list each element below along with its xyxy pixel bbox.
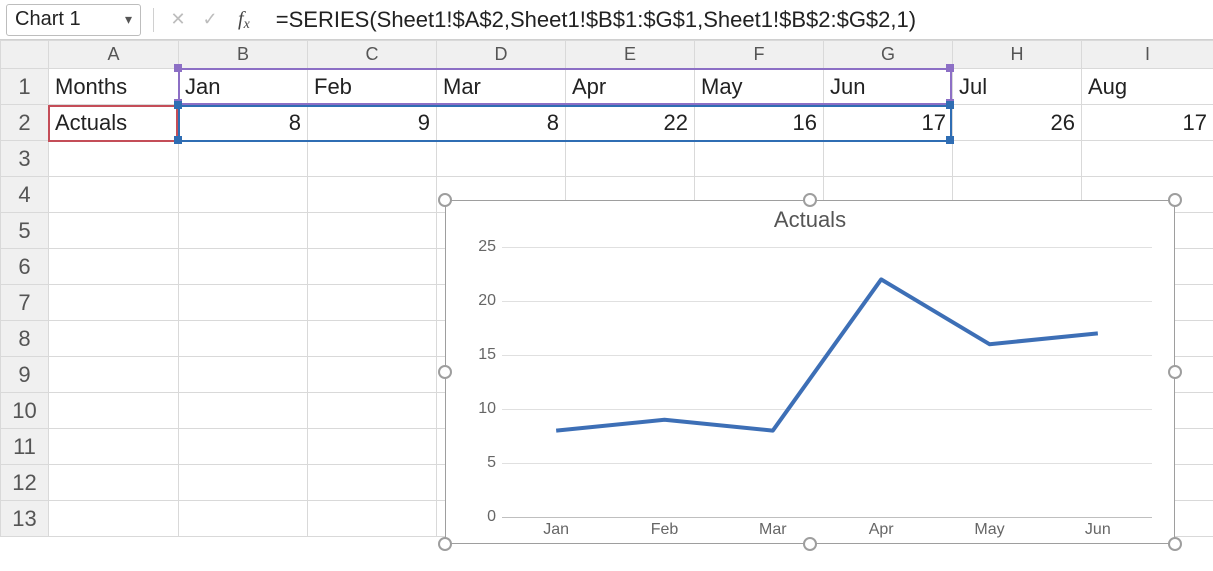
fx-icon[interactable]: fx: [230, 8, 254, 31]
col-header-F[interactable]: F: [695, 41, 824, 69]
row-header-6[interactable]: 6: [1, 249, 49, 285]
y-tick-label: 0: [468, 508, 496, 526]
row-3-cells[interactable]: [49, 141, 1213, 177]
chart-series-line[interactable]: [502, 247, 1152, 517]
resize-handle-e[interactable]: [1168, 365, 1182, 379]
row-header-9[interactable]: 9: [1, 357, 49, 393]
resize-handle-ne[interactable]: [1168, 193, 1182, 207]
resize-handle-sw[interactable]: [438, 537, 452, 551]
y-tick-label: 20: [468, 292, 496, 310]
embedded-chart[interactable]: Actuals 0 5 10 15 20 25 Jan Feb Mar Apr May Jun: [445, 200, 1175, 544]
col-header-D[interactable]: D: [437, 41, 566, 69]
resize-handle-se[interactable]: [1168, 537, 1182, 551]
resize-handle-s[interactable]: [803, 537, 817, 551]
row-header-3[interactable]: 3: [1, 141, 49, 177]
cell-E1[interactable]: Apr: [566, 69, 695, 105]
row-header-2[interactable]: 2: [1, 105, 49, 141]
cell-I2[interactable]: 17: [1082, 105, 1213, 141]
cell-I1[interactable]: Aug: [1082, 69, 1213, 105]
cell-H2[interactable]: 26: [953, 105, 1082, 141]
row-header-10[interactable]: 10: [1, 393, 49, 429]
col-header-C[interactable]: C: [308, 41, 437, 69]
cell-G2[interactable]: 17: [824, 105, 953, 141]
col-header-G[interactable]: G: [824, 41, 953, 69]
col-header-H[interactable]: H: [953, 41, 1082, 69]
formula-input[interactable]: =SERIES(Sheet1!$A$2,Sheet1!$B$1:$G$1,She…: [262, 7, 1207, 33]
y-tick-label: 5: [468, 454, 496, 472]
cancel-icon[interactable]: ✕: [166, 8, 190, 32]
name-box[interactable]: Chart 1 ▾: [6, 4, 141, 36]
y-tick-label: 10: [468, 400, 496, 418]
cell-F2[interactable]: 16: [695, 105, 824, 141]
row-header-11[interactable]: 11: [1, 429, 49, 465]
cell-C1[interactable]: Feb: [308, 69, 437, 105]
col-header-I[interactable]: I: [1082, 41, 1213, 69]
x-tick-label: May: [974, 521, 1004, 539]
cell-D2[interactable]: 8: [437, 105, 566, 141]
chart-title[interactable]: Actuals: [446, 207, 1174, 233]
x-tick-label: Jun: [1085, 521, 1111, 539]
x-tick-label: Mar: [759, 521, 787, 539]
column-header-row: A B C D E F G H I: [1, 41, 1213, 69]
gridline: [502, 517, 1152, 518]
row-header-4[interactable]: 4: [1, 177, 49, 213]
col-header-B[interactable]: B: [179, 41, 308, 69]
cell-D1[interactable]: Mar: [437, 69, 566, 105]
resize-handle-n[interactable]: [803, 193, 817, 207]
separator: [153, 8, 154, 32]
formula-bar-row: Chart 1 ▾ ✕ ✓ fx =SERIES(Sheet1!$A$2,She…: [0, 0, 1213, 40]
cell-A1[interactable]: Months: [49, 69, 179, 105]
cell-A2[interactable]: Actuals: [49, 105, 179, 141]
cell-E2[interactable]: 22: [566, 105, 695, 141]
cell-C2[interactable]: 9: [308, 105, 437, 141]
x-tick-label: Apr: [869, 521, 894, 539]
resize-handle-w[interactable]: [438, 365, 452, 379]
select-all-corner[interactable]: [1, 41, 49, 69]
row-header-12[interactable]: 12: [1, 465, 49, 501]
row-header-8[interactable]: 8: [1, 321, 49, 357]
cell-H1[interactable]: Jul: [953, 69, 1082, 105]
col-header-E[interactable]: E: [566, 41, 695, 69]
cell-B2[interactable]: 8: [179, 105, 308, 141]
row-header-7[interactable]: 7: [1, 285, 49, 321]
confirm-icon[interactable]: ✓: [198, 8, 222, 32]
row-header-13[interactable]: 13: [1, 501, 49, 537]
x-tick-label: Jan: [543, 521, 569, 539]
col-header-A[interactable]: A: [49, 41, 179, 69]
cell-G1[interactable]: Jun: [824, 69, 953, 105]
resize-handle-nw[interactable]: [438, 193, 452, 207]
row-header-1[interactable]: 1: [1, 69, 49, 105]
cell-F1[interactable]: May: [695, 69, 824, 105]
y-tick-label: 25: [468, 238, 496, 256]
chart-plot-area[interactable]: 0510152025JanFebMarAprMayJun: [468, 247, 1156, 517]
y-tick-label: 15: [468, 346, 496, 364]
row-header-5[interactable]: 5: [1, 213, 49, 249]
chevron-down-icon[interactable]: ▾: [125, 11, 132, 28]
name-box-value: Chart 1: [15, 8, 125, 31]
x-tick-label: Feb: [651, 521, 679, 539]
cell-B1[interactable]: Jan: [179, 69, 308, 105]
